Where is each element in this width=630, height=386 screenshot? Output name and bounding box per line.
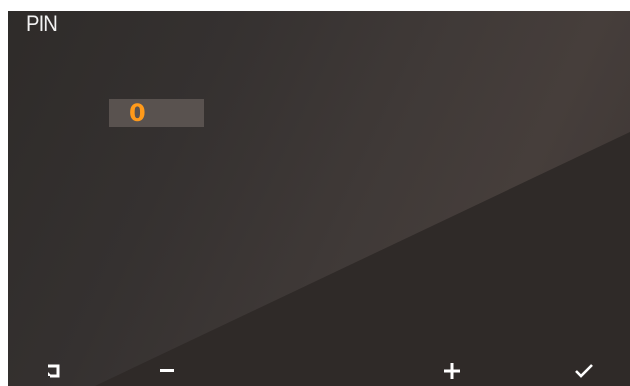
- minus-icon: [160, 369, 174, 372]
- pin-digit-value: 0: [129, 99, 146, 127]
- background-diagonal: [95, 132, 630, 386]
- bezel-left: [0, 0, 8, 386]
- pin-input-field[interactable]: 0: [109, 99, 204, 127]
- page-title: PIN: [26, 11, 58, 36]
- bezel-top: [0, 0, 630, 11]
- increment-button[interactable]: [432, 356, 472, 386]
- decrement-button[interactable]: [147, 356, 187, 386]
- return-icon: [48, 364, 60, 378]
- pin-entry-screen: PIN 0: [0, 0, 630, 386]
- back-button[interactable]: [34, 356, 74, 386]
- checkmark-icon: [575, 364, 593, 378]
- plus-icon: [444, 363, 460, 379]
- confirm-button[interactable]: [564, 356, 604, 386]
